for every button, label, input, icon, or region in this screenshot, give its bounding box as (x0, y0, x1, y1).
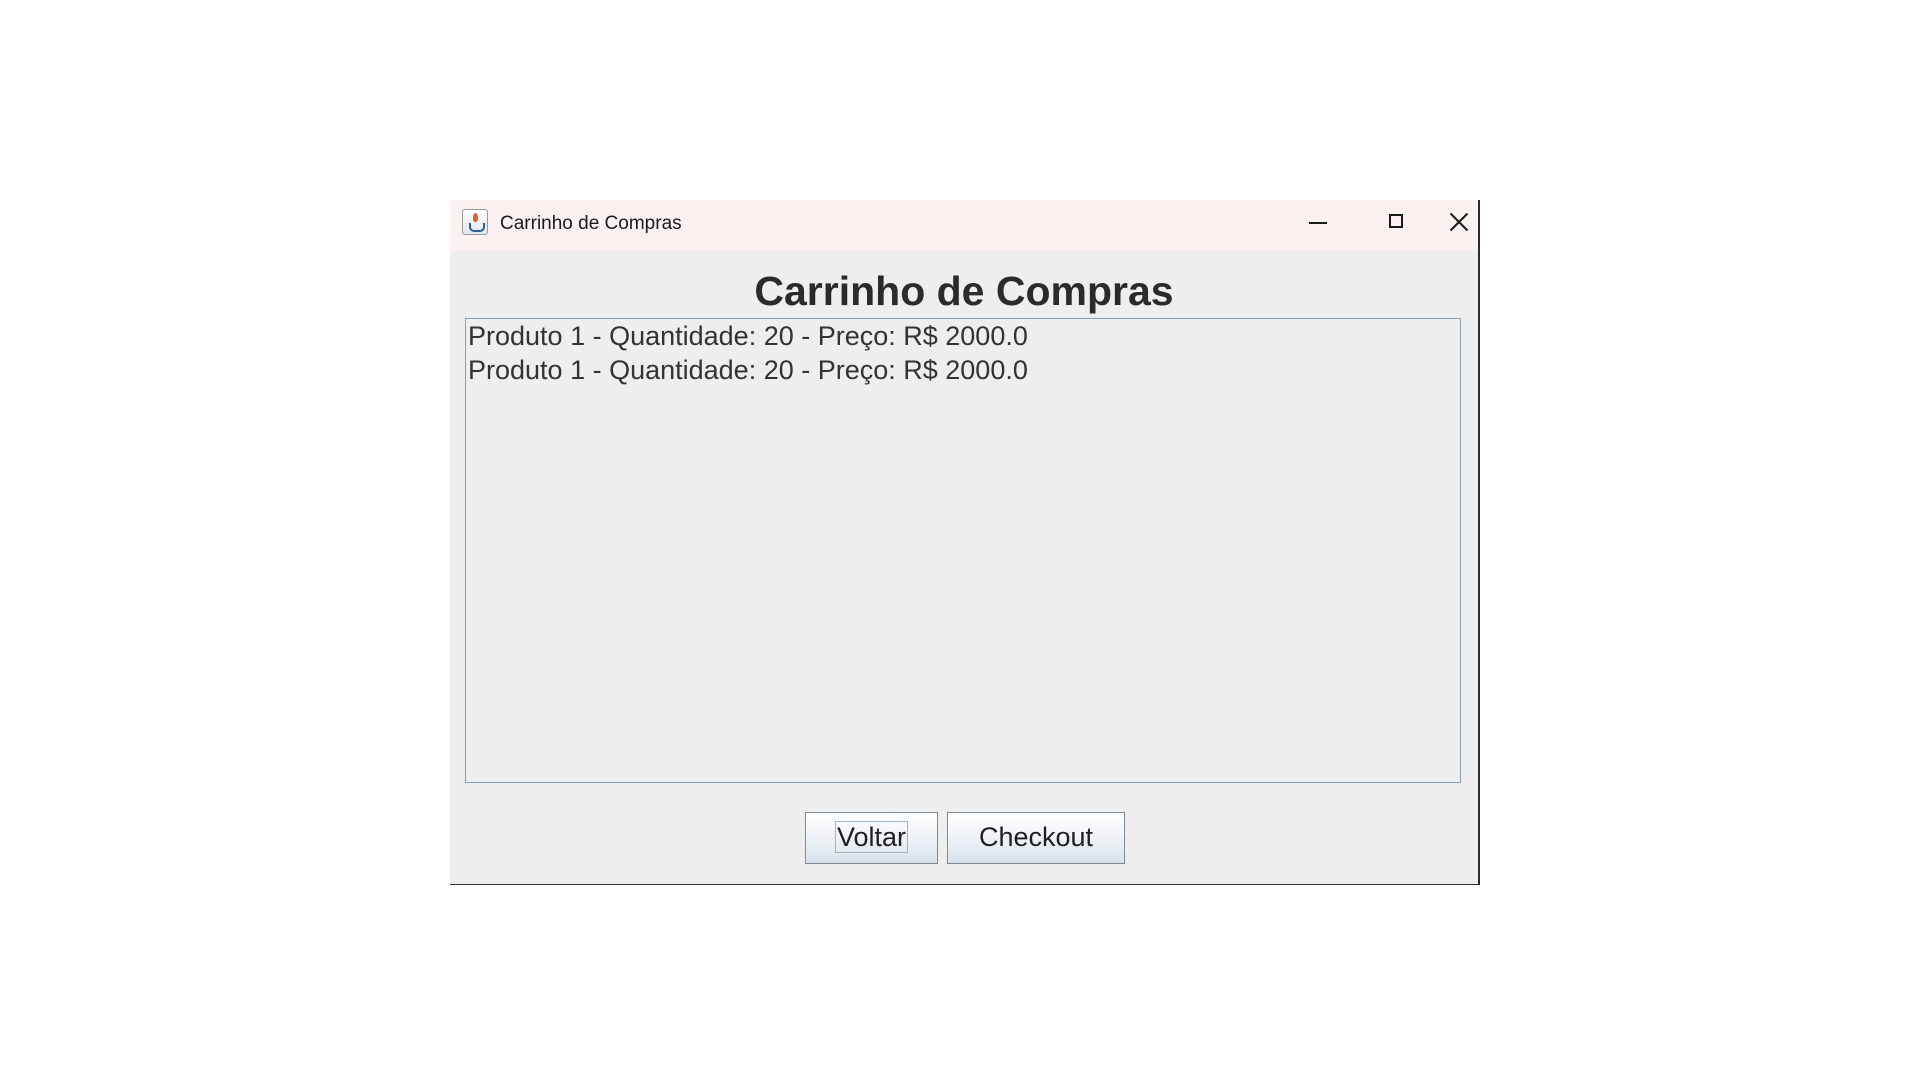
cart-list[interactable]: Produto 1 - Quantidade: 20 - Preço: R$ 2… (465, 318, 1461, 783)
list-item[interactable]: Produto 1 - Quantidade: 20 - Preço: R$ 2… (468, 319, 1460, 353)
button-row: Voltar Checkout (450, 812, 1478, 864)
java-cup-icon (462, 209, 488, 235)
title-bar[interactable]: Carrinho de Compras (450, 200, 1478, 251)
minimize-icon (1309, 222, 1327, 224)
cart-window: Carrinho de Compras Carrinho de Compras … (450, 200, 1480, 885)
back-button-label: Voltar (834, 821, 909, 853)
maximize-icon (1389, 214, 1403, 228)
page-title: Carrinho de Compras (754, 268, 1174, 314)
window-title: Carrinho de Compras (500, 213, 682, 234)
close-button[interactable] (1438, 200, 1480, 246)
checkout-button-label: Checkout (978, 822, 1094, 852)
minimize-button[interactable] (1278, 200, 1358, 246)
back-button[interactable]: Voltar (805, 812, 938, 864)
list-item[interactable]: Produto 1 - Quantidade: 20 - Preço: R$ 2… (468, 353, 1460, 387)
close-icon (1449, 212, 1469, 232)
checkout-button[interactable]: Checkout (947, 812, 1125, 864)
maximize-button[interactable] (1358, 200, 1438, 246)
